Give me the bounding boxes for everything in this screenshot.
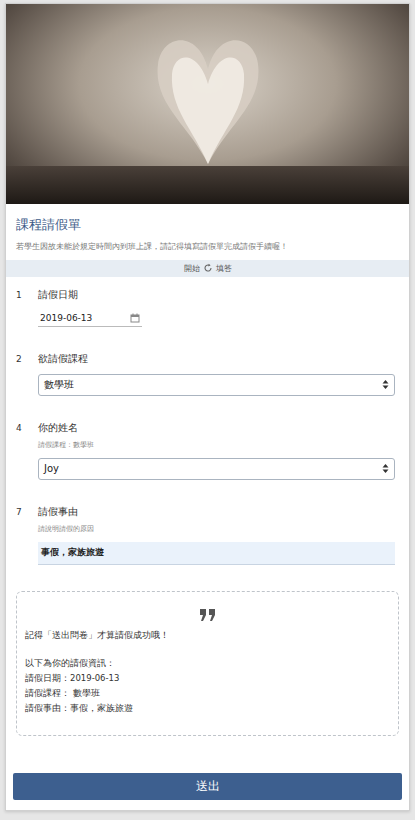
- book-heart-icon: [148, 24, 268, 174]
- summary-line: 請假事由：事假，家族旅遊: [25, 703, 390, 715]
- question-number: 1: [16, 289, 24, 327]
- submit-button[interactable]: 送出: [13, 773, 402, 800]
- question-number: 2: [16, 353, 24, 396]
- question-label: 請假事由: [38, 506, 395, 519]
- form-title: 課程請假單: [16, 216, 399, 234]
- question-sublabel: 請說明請假的原因: [38, 524, 395, 534]
- form-description: 若學生因故未能於規定時間內到班上課，請記得填寫請假單完成請假手續喔！: [16, 242, 399, 252]
- select-input[interactable]: 數學班: [38, 374, 395, 396]
- summary-line: 請假日期：2019-06-13: [25, 673, 390, 685]
- question-label: 請假日期: [38, 289, 395, 302]
- question: 4 你的姓名請假課程：數學班 Joy: [16, 422, 395, 480]
- question-number: 4: [16, 422, 24, 480]
- answer-label: 填答: [216, 263, 232, 274]
- question: 7 請假事由請說明請假的原因事假，家族旅遊: [16, 506, 395, 565]
- summary-line: 以下為你的請假資訊：: [25, 658, 390, 670]
- date-input[interactable]: 2019-06-13: [38, 310, 142, 327]
- question-sublabel: 請假課程：數學班: [38, 440, 395, 450]
- header-photo: [6, 4, 409, 204]
- summary-line: 請假課程： 數學班: [25, 688, 390, 700]
- text-input[interactable]: 事假，家族旅遊: [38, 542, 395, 565]
- question-label: 你的姓名: [38, 422, 395, 435]
- summary-note: 記得「送出問卷」才算請假成功哦！: [25, 630, 390, 642]
- calendar-icon: [130, 313, 140, 323]
- select-arrows-icon: [382, 463, 389, 474]
- refresh-icon: [203, 263, 213, 273]
- question-label: 欲請假課程: [38, 353, 395, 366]
- quote-icon: [199, 608, 217, 622]
- start-label: 開始: [184, 263, 200, 274]
- start-bar: 開始 填答: [6, 260, 409, 277]
- question: 1 請假日期 2019-06-13: [16, 289, 395, 327]
- leave-form: 課程請假單若學生因故未能於規定時間內到班上課，請記得填寫請假單完成請假手續喔！ 開…: [5, 3, 410, 811]
- form-header: 課程請假單若學生因故未能於規定時間內到班上課，請記得填寫請假單完成請假手續喔！: [6, 204, 409, 258]
- question-number: 7: [16, 506, 24, 565]
- summary-box: 記得「送出問卷」才算請假成功哦！ 以下為你的請假資訊： 請假日期：2019-06-1…: [16, 591, 399, 736]
- book-pages: [6, 166, 409, 204]
- select-input[interactable]: Joy: [38, 458, 395, 480]
- select-arrows-icon: [382, 379, 389, 390]
- question-list: 1 請假日期 2019-06-13 2 欲請假課程數學班 4 你的姓名請假課程：數學班 Joy…: [6, 277, 409, 565]
- question: 2 欲請假課程數學班: [16, 353, 395, 396]
